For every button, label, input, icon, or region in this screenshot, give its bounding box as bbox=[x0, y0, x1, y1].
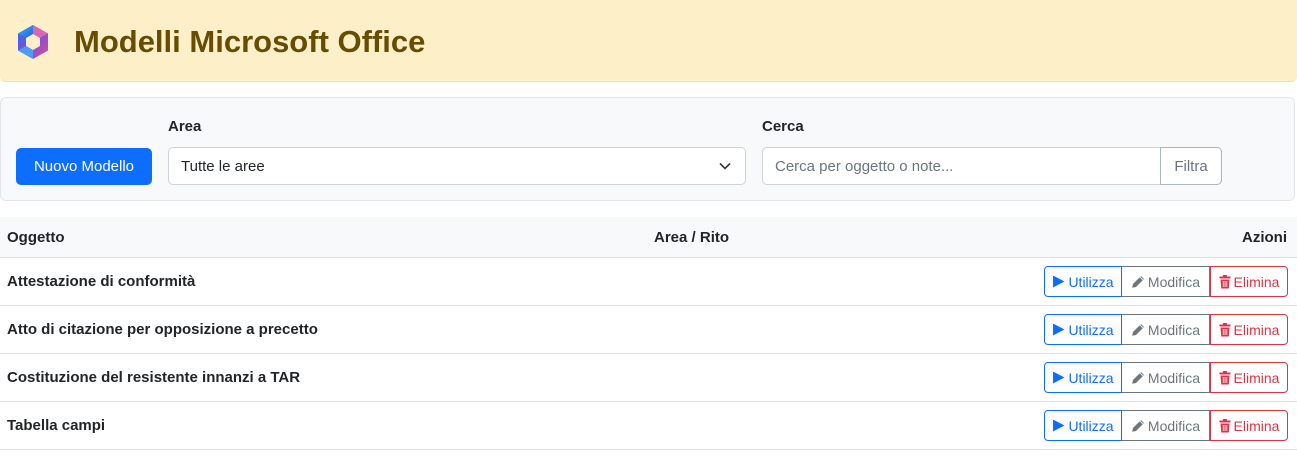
row-oggetto: Attestazione di conformità bbox=[7, 273, 196, 290]
trash-icon bbox=[1219, 274, 1231, 288]
use-button[interactable]: Utilizza bbox=[1044, 410, 1122, 441]
play-icon bbox=[1053, 275, 1065, 288]
play-icon bbox=[1053, 323, 1065, 336]
row-actions: Utilizza Modifica Elimina bbox=[1044, 410, 1288, 441]
trash-icon bbox=[1219, 418, 1231, 432]
table-row: Attestazione di conformità Utilizza Modi… bbox=[0, 258, 1297, 306]
delete-button[interactable]: Elimina bbox=[1210, 314, 1288, 345]
column-header-area-rito: Area / Rito bbox=[654, 229, 730, 246]
row-oggetto: Costituzione del resistente innanzi a TA… bbox=[7, 369, 301, 386]
column-header-oggetto: Oggetto bbox=[7, 229, 65, 246]
edit-button-label: Modifica bbox=[1147, 273, 1201, 290]
edit-button[interactable]: Modifica bbox=[1122, 314, 1210, 345]
page-title: Modelli Microsoft Office bbox=[74, 24, 426, 59]
pencil-icon bbox=[1132, 275, 1144, 288]
edit-button-label: Modifica bbox=[1147, 417, 1201, 434]
trash-icon bbox=[1219, 322, 1231, 336]
pencil-icon bbox=[1132, 323, 1144, 336]
edit-button-label: Modifica bbox=[1147, 321, 1201, 338]
table-row: Costituzione del resistente innanzi a TA… bbox=[0, 354, 1297, 402]
filter-button[interactable]: Filtra bbox=[1160, 147, 1222, 185]
row-actions: Utilizza Modifica Elimina bbox=[1044, 314, 1288, 345]
row-actions: Utilizza Modifica Elimina bbox=[1044, 266, 1288, 297]
area-label: Area bbox=[168, 118, 202, 135]
edit-button[interactable]: Modifica bbox=[1122, 410, 1210, 441]
use-button[interactable]: Utilizza bbox=[1044, 266, 1122, 297]
edit-button-label: Modifica bbox=[1147, 369, 1201, 386]
use-button-label: Utilizza bbox=[1068, 417, 1114, 434]
table-header: Oggetto Area / Rito Azioni bbox=[0, 217, 1297, 258]
delete-button-label: Elimina bbox=[1233, 273, 1280, 290]
search-label: Cerca bbox=[762, 118, 804, 135]
use-button[interactable]: Utilizza bbox=[1044, 314, 1122, 345]
trash-icon bbox=[1219, 370, 1231, 384]
page-header: Modelli Microsoft Office bbox=[0, 0, 1297, 82]
delete-button-label: Elimina bbox=[1233, 417, 1280, 434]
row-actions: Utilizza Modifica Elimina bbox=[1044, 362, 1288, 393]
area-select[interactable]: Tutte le aree bbox=[168, 147, 746, 185]
delete-button[interactable]: Elimina bbox=[1210, 362, 1288, 393]
pencil-icon bbox=[1132, 371, 1144, 384]
pencil-icon bbox=[1132, 419, 1144, 432]
use-button-label: Utilizza bbox=[1068, 321, 1114, 338]
edit-button[interactable]: Modifica bbox=[1122, 266, 1210, 297]
edit-button[interactable]: Modifica bbox=[1122, 362, 1210, 393]
microsoft-office-logo-icon bbox=[18, 25, 48, 59]
use-button-label: Utilizza bbox=[1068, 369, 1114, 386]
delete-button[interactable]: Elimina bbox=[1210, 410, 1288, 441]
column-header-azioni: Azioni bbox=[1242, 229, 1287, 246]
play-icon bbox=[1053, 419, 1065, 432]
search-input[interactable] bbox=[762, 147, 1161, 185]
delete-button-label: Elimina bbox=[1233, 321, 1280, 338]
delete-button-label: Elimina bbox=[1233, 369, 1280, 386]
delete-button[interactable]: Elimina bbox=[1210, 266, 1288, 297]
use-button[interactable]: Utilizza bbox=[1044, 362, 1122, 393]
row-oggetto: Tabella campi bbox=[7, 417, 106, 434]
chevron-down-icon bbox=[719, 162, 731, 170]
row-oggetto: Atto di citazione per opposizione a prec… bbox=[7, 321, 318, 338]
play-icon bbox=[1053, 371, 1065, 384]
table-row: Atto di citazione per opposizione a prec… bbox=[0, 306, 1297, 354]
models-table: Oggetto Area / Rito Azioni Attestazione … bbox=[0, 217, 1297, 450]
area-select-value: Tutte le aree bbox=[181, 157, 265, 175]
new-model-button[interactable]: Nuovo Modello bbox=[16, 148, 152, 185]
use-button-label: Utilizza bbox=[1068, 273, 1114, 290]
table-row: Tabella campi Utilizza Modifica Elimina bbox=[0, 402, 1297, 450]
